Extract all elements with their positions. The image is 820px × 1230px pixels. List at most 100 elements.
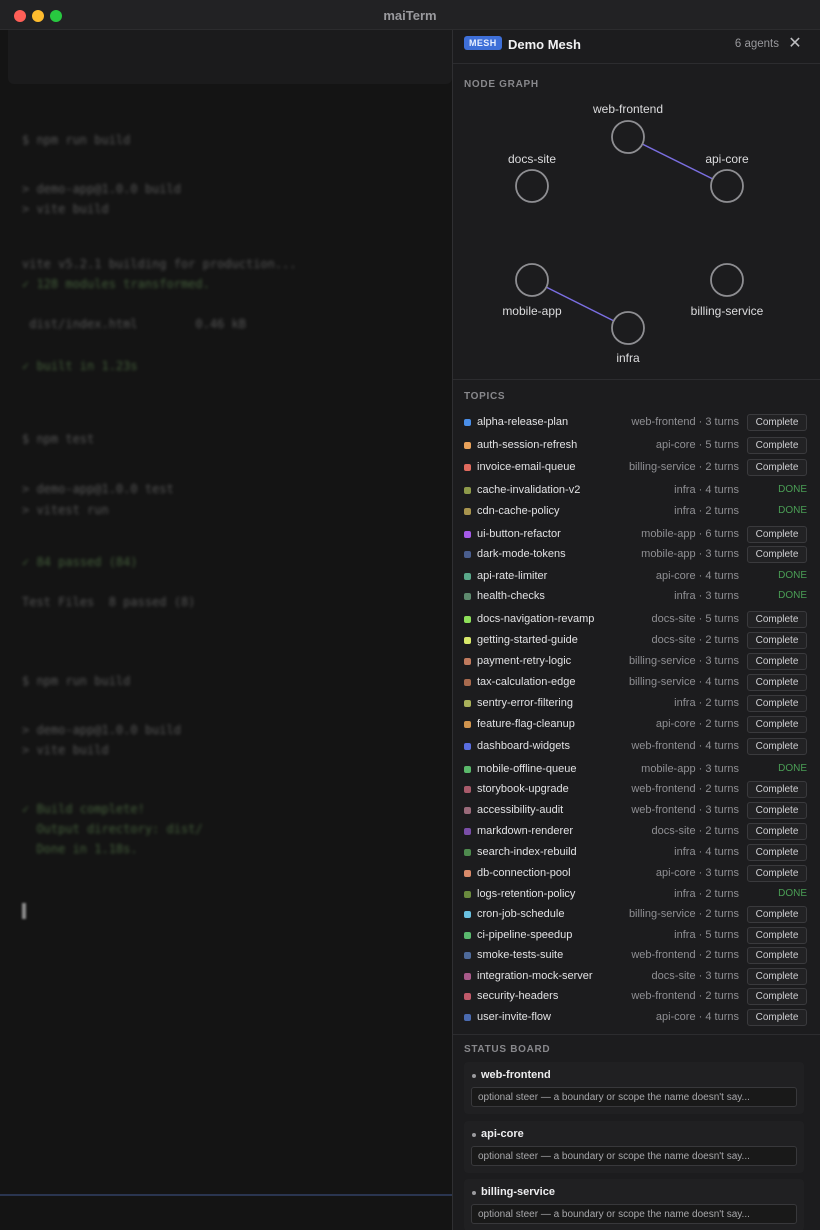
topic-name: cdn-cache-policy xyxy=(477,505,560,517)
topic-complete-button[interactable]: Complete xyxy=(747,927,807,944)
graph-node-api-core[interactable] xyxy=(710,169,744,203)
topic-turns: 5 turns xyxy=(705,613,739,625)
topic-row[interactable]: sentry-error-filtering infra · 2 turns Com… xyxy=(453,694,820,714)
topic-complete-button[interactable]: Complete xyxy=(747,674,807,691)
topic-complete-button[interactable]: Complete xyxy=(747,802,807,819)
topic-row[interactable]: api-rate-limiter api-core · 4 turns DONE xyxy=(453,567,820,587)
topic-row[interactable]: logs-retention-policy infra · 2 turns DONE xyxy=(453,885,820,905)
terminal-tab-area xyxy=(8,30,452,84)
node-graph: web-frontend docs-site api-core mobile-app b… xyxy=(453,90,820,380)
topic-meta: infra · 3 turns xyxy=(674,590,739,602)
topic-meta-separator: · xyxy=(695,783,706,795)
topic-row[interactable]: markdown-renderer docs-site · 2 turns Comp… xyxy=(453,822,820,842)
topic-row[interactable]: security-headers web-frontend · 2 turns Co… xyxy=(453,987,820,1007)
topic-row[interactable]: accessibility-audit web-frontend · 3 turn… xyxy=(453,801,820,821)
topic-row[interactable]: db-connection-pool api-core · 3 turns Comp… xyxy=(453,864,820,884)
topic-complete-button[interactable]: Complete xyxy=(747,947,807,964)
topic-complete-button[interactable]: Complete xyxy=(747,459,807,476)
topic-meta: billing-service · 2 turns xyxy=(629,908,739,920)
topic-turns: 2 turns xyxy=(705,908,739,920)
topic-name: docs-navigation-revamp xyxy=(477,613,595,625)
status-card-api-core: api-core xyxy=(464,1121,804,1173)
topic-meta: docs-site · 3 turns xyxy=(652,970,739,982)
graph-node-mobile-app[interactable] xyxy=(515,263,549,297)
topic-row[interactable]: alpha-release-plan web-frontend · 3 turns… xyxy=(453,413,820,433)
topic-row[interactable]: smoke-tests-suite web-frontend · 2 turns C… xyxy=(453,946,820,966)
topic-owner: docs-site xyxy=(651,613,696,625)
steer-input[interactable] xyxy=(471,1087,797,1107)
topic-complete-button[interactable]: Complete xyxy=(747,653,807,670)
topic-complete-button[interactable]: Complete xyxy=(747,526,807,543)
topic-row[interactable]: invoice-email-queue billing-service · 2 t… xyxy=(453,458,820,478)
panel-header: MESH Demo Mesh 6 agents ✕ xyxy=(453,30,820,64)
topic-complete-button[interactable]: Complete xyxy=(747,865,807,882)
topic-complete-button[interactable]: Complete xyxy=(747,968,807,985)
topic-row[interactable]: getting-started-guide docs-site · 2 turns… xyxy=(453,631,820,651)
topic-row[interactable]: cache-invalidation-v2 infra · 4 turns DONE xyxy=(453,481,820,501)
topic-color-swatch xyxy=(464,952,471,959)
topic-complete-button[interactable]: Complete xyxy=(747,781,807,798)
graph-node-infra[interactable] xyxy=(611,311,645,345)
steer-input[interactable] xyxy=(471,1204,797,1224)
topic-color-swatch xyxy=(464,1014,471,1021)
topic-complete-button[interactable]: Complete xyxy=(747,716,807,733)
topic-owner: api-core xyxy=(655,439,696,451)
terminal-line: ✓ 128 modules transformed. xyxy=(22,277,210,291)
terminal-line: $ npm run build xyxy=(22,133,131,147)
topic-row[interactable]: ui-button-refactor mobile-app · 6 turns Co… xyxy=(453,525,820,545)
topic-row[interactable]: storybook-upgrade web-frontend · 2 turns C… xyxy=(453,780,820,800)
topic-row[interactable]: search-index-rebuild infra · 4 turns Compl… xyxy=(453,843,820,863)
topic-row[interactable]: auth-session-refresh api-core · 5 turns Co… xyxy=(453,436,820,456)
topic-complete-button[interactable]: Complete xyxy=(747,611,807,628)
topic-meta-separator: · xyxy=(695,1011,706,1023)
graph-node-billing-service[interactable] xyxy=(710,263,744,297)
topic-meta: mobile-app · 3 turns xyxy=(641,548,739,560)
topic-row[interactable]: dark-mode-tokens mobile-app · 3 turns Comp… xyxy=(453,545,820,565)
terminal-line: > demo-app@1.0.0 test xyxy=(22,482,174,496)
topic-owner: web-frontend xyxy=(631,949,696,961)
topic-owner: web-frontend xyxy=(631,804,696,816)
topic-row[interactable]: docs-navigation-revamp docs-site · 5 turn… xyxy=(453,610,820,630)
topic-row[interactable]: tax-calculation-edge billing-service · 4 … xyxy=(453,673,820,693)
topic-owner: web-frontend xyxy=(631,783,696,795)
topic-meta-separator: · xyxy=(695,528,706,540)
topic-row[interactable]: payment-retry-logic billing-service · 3 t… xyxy=(453,652,820,672)
topic-complete-button[interactable]: Complete xyxy=(747,632,807,649)
topic-meta-separator: · xyxy=(695,929,706,941)
graph-node-docs-site[interactable] xyxy=(515,169,549,203)
topic-complete-button[interactable]: Complete xyxy=(747,844,807,861)
topic-row[interactable]: cdn-cache-policy infra · 2 turns DONE xyxy=(453,502,820,522)
terminal-line: ✓ Build complete! xyxy=(22,802,145,816)
topic-owner: web-frontend xyxy=(631,416,696,428)
topic-complete-button[interactable]: Complete xyxy=(747,906,807,923)
topic-meta-separator: · xyxy=(695,416,706,428)
topic-done-status: DONE xyxy=(778,590,807,601)
topic-complete-button[interactable]: Complete xyxy=(747,546,807,563)
topic-meta-separator: · xyxy=(695,613,706,625)
topic-row[interactable]: user-invite-flow api-core · 4 turns Comple… xyxy=(453,1008,820,1028)
terminal-line: > vite build xyxy=(22,202,109,216)
topic-name: getting-started-guide xyxy=(477,634,578,646)
topic-row[interactable]: cron-job-schedule billing-service · 2 tur… xyxy=(453,905,820,925)
topic-row[interactable]: ci-pipeline-speedup infra · 5 turns Comple… xyxy=(453,926,820,946)
status-agent-name: web-frontend xyxy=(481,1069,551,1081)
topic-complete-button[interactable]: Complete xyxy=(747,437,807,454)
topic-complete-button[interactable]: Complete xyxy=(747,988,807,1005)
topic-row[interactable]: feature-flag-cleanup api-core · 2 turns Co… xyxy=(453,715,820,735)
steer-input[interactable] xyxy=(471,1146,797,1166)
topic-row[interactable]: dashboard-widgets web-frontend · 4 turns C… xyxy=(453,737,820,757)
topic-complete-button[interactable]: Complete xyxy=(747,414,807,431)
topic-done-status: DONE xyxy=(778,763,807,774)
terminal-pane[interactable]: $ npm run build > demo-app@1.0.0 build > v… xyxy=(0,30,452,1230)
topic-color-swatch xyxy=(464,679,471,686)
topic-complete-button[interactable]: Complete xyxy=(747,1009,807,1026)
topic-row[interactable]: health-checks infra · 3 turns DONE xyxy=(453,587,820,607)
close-icon[interactable]: ✕ xyxy=(785,34,805,54)
topic-name: dark-mode-tokens xyxy=(477,548,566,560)
topic-complete-button[interactable]: Complete xyxy=(747,823,807,840)
topic-complete-button[interactable]: Complete xyxy=(747,738,807,755)
topic-row[interactable]: mobile-offline-queue mobile-app · 3 turns… xyxy=(453,760,820,780)
topic-row[interactable]: integration-mock-server docs-site · 3 tur… xyxy=(453,967,820,987)
graph-node-web-frontend[interactable] xyxy=(611,120,645,154)
topic-complete-button[interactable]: Complete xyxy=(747,695,807,712)
